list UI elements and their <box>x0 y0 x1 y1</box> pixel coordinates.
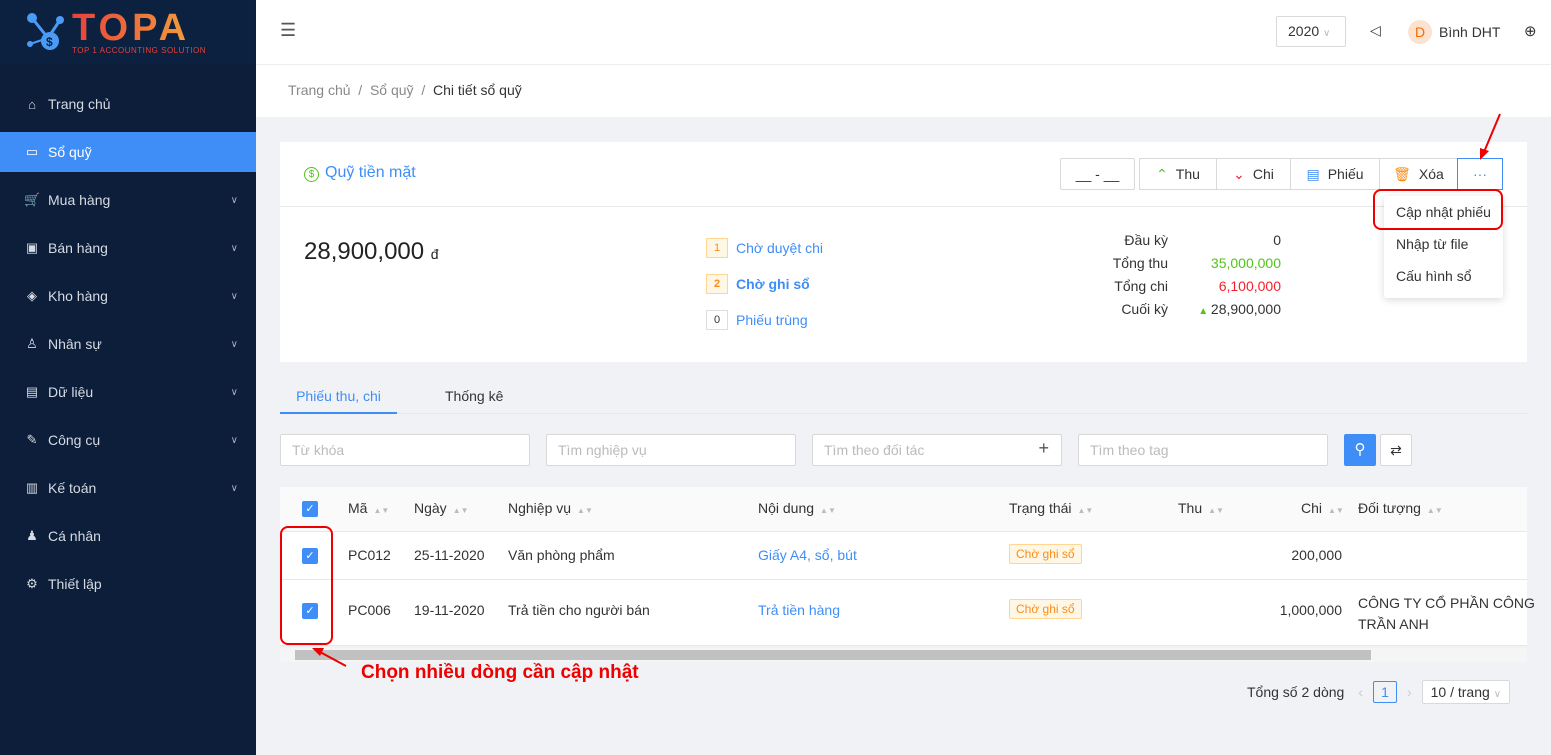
annotation-caption: Chọn nhiều dòng cần cập nhật <box>361 662 639 683</box>
annotation-arrows <box>312 113 1501 667</box>
